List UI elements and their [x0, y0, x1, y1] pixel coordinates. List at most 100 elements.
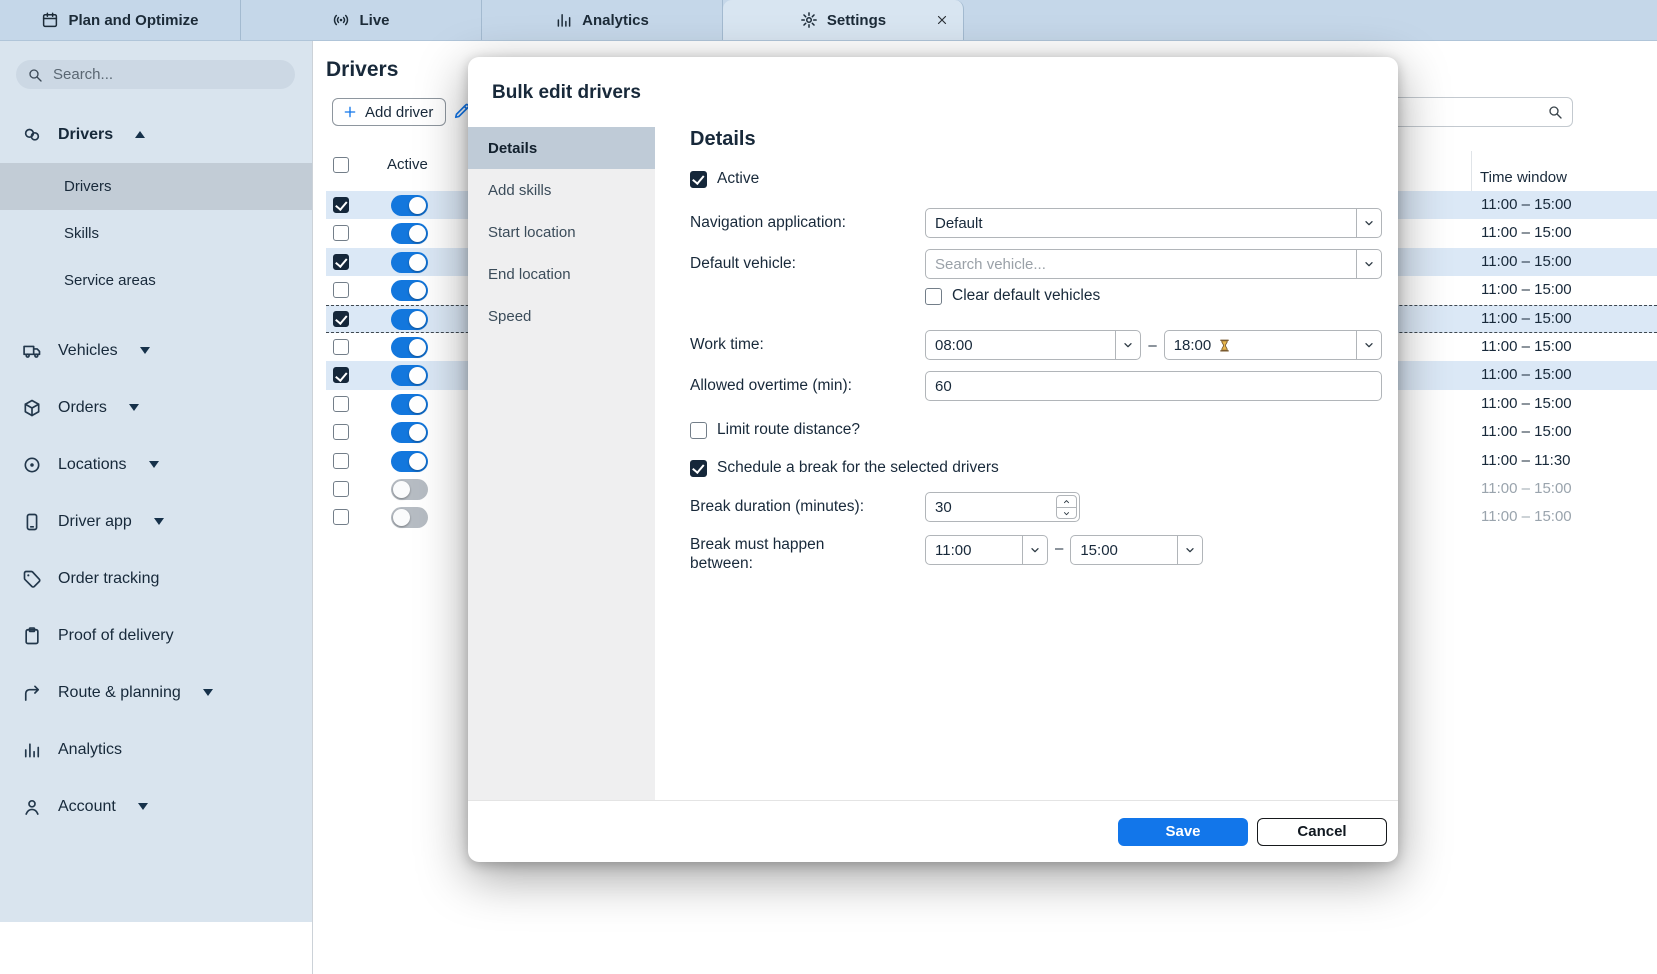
sidebar-item-account[interactable]: Account	[0, 778, 312, 835]
active-toggle[interactable]	[391, 223, 428, 244]
column-header-active: Active	[387, 156, 428, 173]
row-checkbox[interactable]	[333, 311, 349, 327]
tab-plan-and-optimize[interactable]: Plan and Optimize	[0, 0, 241, 40]
sidebar-item-analytics[interactable]: Analytics	[0, 721, 312, 778]
collapse-triangle-icon	[135, 131, 145, 138]
work-time-end-select[interactable]: 18:00	[1164, 330, 1382, 360]
navigation-application-select[interactable]: Default	[925, 208, 1382, 238]
box-icon	[22, 398, 42, 418]
clipboard-icon	[22, 626, 42, 646]
row-checkbox[interactable]	[333, 481, 349, 497]
tab-live[interactable]: Live	[241, 0, 482, 40]
checkbox-checked-icon	[690, 460, 707, 477]
time-window-cell: 11:00 – 11:30	[1481, 452, 1571, 469]
add-driver-button[interactable]: Add driver	[332, 98, 446, 126]
allowed-overtime-input[interactable]	[925, 371, 1382, 401]
break-start-value: 11:00	[926, 542, 1022, 559]
chevron-down-icon	[1061, 508, 1072, 519]
row-checkbox[interactable]	[333, 225, 349, 241]
active-toggle[interactable]	[391, 337, 428, 358]
row-checkbox[interactable]	[333, 254, 349, 270]
sidebar-section: Driver app	[0, 493, 312, 550]
select-all-checkbox[interactable]	[333, 157, 349, 173]
chevron-down-icon	[1356, 209, 1381, 237]
modal-nav-speed[interactable]: Speed	[468, 295, 655, 337]
break-end-select[interactable]: 15:00	[1070, 535, 1203, 565]
close-icon[interactable]	[935, 13, 949, 27]
sidebar-subitem-skills[interactable]: Skills	[0, 210, 312, 257]
row-checkbox[interactable]	[333, 396, 349, 412]
cancel-button[interactable]: Cancel	[1257, 818, 1387, 846]
time-window-cell: 11:00 – 15:00	[1481, 508, 1572, 525]
sidebar-item-locations[interactable]: Locations	[0, 436, 312, 493]
default-vehicle-select[interactable]: Search vehicle...	[925, 249, 1382, 279]
tab-analytics[interactable]: Analytics	[482, 0, 723, 40]
chevron-down-icon	[1022, 536, 1047, 564]
column-header-time-window: Time window	[1480, 169, 1567, 186]
modal-nav: DetailsAdd skillsStart locationEnd locat…	[468, 127, 655, 800]
sidebar-search[interactable]	[16, 60, 295, 89]
modal-nav-add-skills[interactable]: Add skills	[468, 169, 655, 211]
active-toggle[interactable]	[391, 280, 428, 301]
add-driver-label: Add driver	[365, 104, 433, 121]
clear-default-vehicles-label: Clear default vehicles	[952, 287, 1100, 305]
row-checkbox[interactable]	[333, 197, 349, 213]
sidebar-section: Orders	[0, 379, 312, 436]
tab-label: Plan and Optimize	[68, 12, 198, 29]
row-checkbox[interactable]	[333, 282, 349, 298]
sidebar-item-drivers[interactable]: Drivers	[0, 106, 312, 163]
modal-nav-details[interactable]: Details	[468, 127, 655, 169]
sidebar-item-proof-of-delivery[interactable]: Proof of delivery	[0, 607, 312, 664]
row-checkbox[interactable]	[333, 424, 349, 440]
active-toggle[interactable]	[391, 451, 428, 472]
sidebar-search-input[interactable]	[51, 65, 284, 84]
page-title: Drivers	[326, 58, 398, 82]
schedule-break-label: Schedule a break for the selected driver…	[717, 459, 999, 477]
row-checkbox[interactable]	[333, 339, 349, 355]
row-checkbox[interactable]	[333, 453, 349, 469]
route-icon	[22, 683, 42, 703]
sidebar-subitem-service-areas[interactable]: Service areas	[0, 257, 312, 304]
sidebar-section: Vehicles	[0, 322, 312, 379]
modal-nav-end-location[interactable]: End location	[468, 253, 655, 295]
details-heading: Details	[690, 128, 1382, 151]
save-button[interactable]: Save	[1118, 818, 1248, 846]
sidebar-item-vehicles[interactable]: Vehicles	[0, 322, 312, 379]
modal-nav-start-location[interactable]: Start location	[468, 211, 655, 253]
schedule-break-checkbox[interactable]: Schedule a break for the selected driver…	[690, 459, 1382, 477]
active-toggle[interactable]	[391, 365, 428, 386]
work-time-end-value: 18:00	[1165, 337, 1356, 354]
sidebar-item-label: Analytics	[58, 741, 122, 759]
navigation-application-row: Navigation application: Default	[690, 208, 1382, 238]
active-toggle[interactable]	[391, 507, 428, 528]
bulk-edit-drivers-modal: Bulk edit drivers DetailsAdd skillsStart…	[468, 57, 1398, 862]
sidebar-item-route-planning[interactable]: Route & planning	[0, 664, 312, 721]
tab-bar: Plan and Optimize LiveAnalyticsSettings	[0, 0, 1657, 41]
sidebar-subitem-drivers[interactable]: Drivers	[0, 163, 312, 210]
sidebar-item-orders[interactable]: Orders	[0, 379, 312, 436]
row-checkbox[interactable]	[333, 509, 349, 525]
plus-icon	[342, 104, 358, 120]
work-time-start-select[interactable]: 08:00	[925, 330, 1141, 360]
sidebar-item-order-tracking[interactable]: Order tracking	[0, 550, 312, 607]
active-toggle[interactable]	[391, 252, 428, 273]
active-toggle[interactable]	[391, 394, 428, 415]
active-toggle[interactable]	[391, 309, 428, 330]
number-stepper[interactable]	[1056, 495, 1077, 519]
active-toggle[interactable]	[391, 195, 428, 216]
break-start-select[interactable]: 11:00	[925, 535, 1048, 565]
sidebar-section: Order tracking	[0, 550, 312, 607]
tab-settings[interactable]: Settings	[723, 0, 964, 40]
row-checkbox[interactable]	[333, 367, 349, 383]
break-between-row: Break must happen between: 11:00 – 15:00	[690, 535, 1382, 573]
active-checkbox[interactable]: Active	[690, 170, 1382, 188]
time-window-cell: 11:00 – 15:00	[1481, 310, 1572, 327]
sidebar-item-driver-app[interactable]: Driver app	[0, 493, 312, 550]
expand-triangle-icon	[138, 803, 148, 810]
sidebar-item-label: Account	[58, 798, 116, 816]
active-toggle[interactable]	[391, 479, 428, 500]
truck-icon	[22, 341, 42, 361]
limit-route-distance-checkbox[interactable]: Limit route distance?	[690, 421, 1382, 439]
clear-default-vehicles-checkbox[interactable]: Clear default vehicles	[925, 287, 1382, 305]
active-toggle[interactable]	[391, 422, 428, 443]
